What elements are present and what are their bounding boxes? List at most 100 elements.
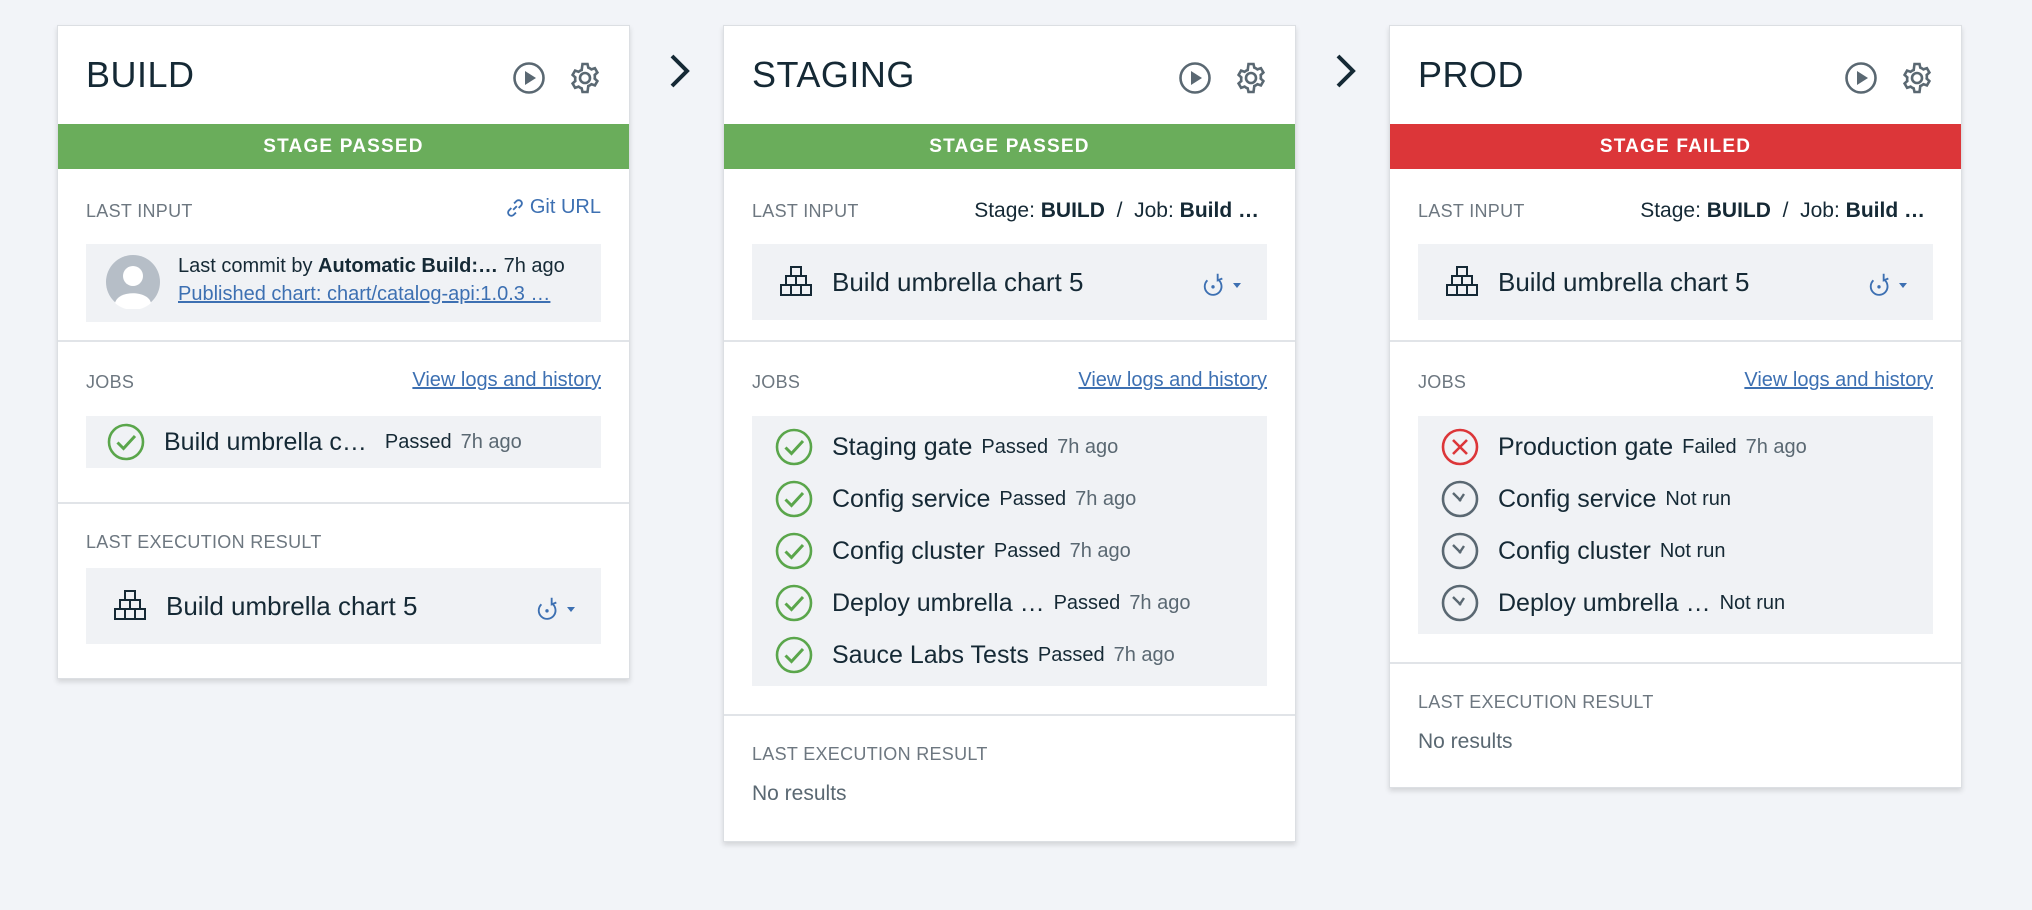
chevron-right-icon xyxy=(1331,46,1361,96)
input-job: Build … xyxy=(1845,199,1925,222)
view-logs-link[interactable]: View logs and history xyxy=(1744,369,1933,392)
gear-icon[interactable] xyxy=(1231,58,1271,98)
input-stage: BUILD xyxy=(1040,199,1105,222)
stage-prefix: Stage: xyxy=(974,199,1035,222)
stacked-blocks-icon xyxy=(112,588,148,624)
stage-prefix: Stage: xyxy=(1640,199,1701,222)
commit-prefix: Last commit by xyxy=(178,255,313,277)
play-icon[interactable] xyxy=(509,58,549,98)
no-results-text: No results xyxy=(1418,730,1513,753)
stage-title: STAGING xyxy=(752,54,915,95)
build-name: Build umbrella chart 5 xyxy=(166,590,418,621)
job-name: Config cluster xyxy=(832,536,985,565)
status-banner: STAGE FAILED xyxy=(1390,124,1961,169)
section-label: JOBS xyxy=(752,372,801,392)
job-row[interactable]: Sauce Labs Tests Passed 7h ago xyxy=(752,629,1267,681)
stacked-blocks-icon xyxy=(778,264,814,300)
build-name: Build umbrella chart 5 xyxy=(1498,266,1750,297)
job-row[interactable]: Deploy umbrella … Not run xyxy=(1418,577,1933,629)
job-prefix: Job: xyxy=(1134,199,1174,222)
job-status: Passed xyxy=(999,487,1067,510)
caret-down-icon xyxy=(1897,279,1909,291)
job-row[interactable]: Staging gate Passed 7h ago xyxy=(752,421,1267,473)
check-circle-icon xyxy=(774,479,814,519)
separator: / xyxy=(1782,199,1789,222)
section-label: LAST INPUT xyxy=(86,201,193,221)
rerun-menu[interactable] xyxy=(533,595,577,623)
job-status: Passed xyxy=(1053,591,1121,614)
job-row[interactable]: Config service Passed 7h ago xyxy=(752,473,1267,525)
job-row[interactable]: Deploy umbrella … Passed 7h ago xyxy=(752,577,1267,629)
job-name: Config service xyxy=(832,484,991,513)
stage-title: BUILD xyxy=(86,54,195,95)
last-input-section: LAST INPUT Git URL Last commit by Automa… xyxy=(58,169,629,342)
last-input-section: LAST INPUT Stage: BUILD / Job: Build … B… xyxy=(724,169,1295,342)
job-row[interactable]: Config service Not run xyxy=(1418,473,1933,525)
job-status: Passed xyxy=(993,539,1061,562)
status-banner: STAGE PASSED xyxy=(724,124,1295,169)
job-name: Staging gate xyxy=(832,432,973,461)
avatar xyxy=(106,255,160,309)
job-status: Passed xyxy=(1037,643,1105,666)
section-label: LAST INPUT xyxy=(752,201,859,221)
job-row[interactable]: Build umbrella c… Passed 7h ago xyxy=(86,416,601,468)
clock-icon xyxy=(1440,531,1480,571)
stage-card-prod: PROD STAGE FAILED LAST INPUT Stage: BUIL… xyxy=(1389,25,1962,788)
job-status: Not run xyxy=(1659,539,1726,562)
job-name: Deploy umbrella … xyxy=(832,588,1045,617)
check-circle-icon xyxy=(774,531,814,571)
input-build[interactable]: Build umbrella chart 5 xyxy=(1418,244,1933,320)
job-row[interactable]: Production gate Failed 7h ago xyxy=(1418,421,1933,473)
link-icon xyxy=(504,197,526,219)
play-icon[interactable] xyxy=(1841,58,1881,98)
caret-down-icon xyxy=(565,603,577,615)
job-status: Not run xyxy=(1665,487,1731,510)
play-icon[interactable] xyxy=(1175,58,1215,98)
commit-time: 7h ago xyxy=(503,255,565,277)
job-list: Build umbrella c… Passed 7h ago xyxy=(86,416,601,468)
gear-icon[interactable] xyxy=(1897,58,1937,98)
job-name: Production gate xyxy=(1498,432,1674,461)
last-exec-section: LAST EXECUTION RESULT Build umbrella cha… xyxy=(58,504,629,678)
input-job: Build … xyxy=(1179,199,1259,222)
jobs-section: JOBS View logs and history Build umbrell… xyxy=(58,342,629,504)
job-name: Deploy umbrella … xyxy=(1498,588,1711,617)
rerun-icon xyxy=(1199,271,1227,299)
git-url-label: Git URL xyxy=(529,196,601,218)
git-url-link[interactable]: Git URL xyxy=(504,196,601,219)
job-list: Production gate Failed 7h ago Config ser… xyxy=(1418,416,1933,634)
last-exec-build[interactable]: Build umbrella chart 5 xyxy=(86,568,601,644)
job-name: Config cluster xyxy=(1498,536,1651,565)
last-input-section: LAST INPUT Stage: BUILD / Job: Build … B… xyxy=(1390,169,1961,342)
job-row[interactable]: Config cluster Passed 7h ago xyxy=(752,525,1267,577)
job-time: 7h ago xyxy=(1745,435,1807,458)
commit-box: Last commit by Automatic Build:… 7h ago … xyxy=(86,244,601,322)
view-logs-link[interactable]: View logs and history xyxy=(1078,369,1267,392)
job-status: Passed xyxy=(384,430,452,453)
stacked-blocks-icon xyxy=(1444,264,1480,300)
job-prefix: Job: xyxy=(1800,199,1840,222)
job-row[interactable]: Config cluster Not run xyxy=(1418,525,1933,577)
input-source: Stage: BUILD / Job: Build … xyxy=(1640,199,1925,223)
section-label: JOBS xyxy=(86,372,135,392)
job-status: Failed xyxy=(1682,435,1737,458)
commit-message-link[interactable]: Published chart: chart/catalog-api:1.0.3… xyxy=(178,283,550,305)
job-name: Build umbrella c… xyxy=(164,427,367,456)
section-label: LAST INPUT xyxy=(1418,201,1525,221)
clock-icon xyxy=(1440,583,1480,623)
rerun-menu[interactable] xyxy=(1199,271,1243,299)
view-logs-link[interactable]: View logs and history xyxy=(412,369,601,392)
job-time: 7h ago xyxy=(1057,435,1119,458)
job-status: Not run xyxy=(1719,591,1786,614)
stage-title: PROD xyxy=(1418,54,1525,95)
gear-icon[interactable] xyxy=(565,58,605,98)
separator: / xyxy=(1116,199,1123,222)
input-build[interactable]: Build umbrella chart 5 xyxy=(752,244,1267,320)
job-time: 7h ago xyxy=(1113,643,1175,666)
no-results-text: No results xyxy=(752,782,847,805)
stage-card-staging: STAGING STAGE PASSED LAST INPUT Stage: B… xyxy=(723,25,1296,842)
job-name: Config service xyxy=(1498,484,1657,513)
last-exec-section: LAST EXECUTION RESULT No results xyxy=(724,716,1295,841)
rerun-menu[interactable] xyxy=(1865,271,1909,299)
commit-author: Automatic Build:… xyxy=(318,255,499,277)
